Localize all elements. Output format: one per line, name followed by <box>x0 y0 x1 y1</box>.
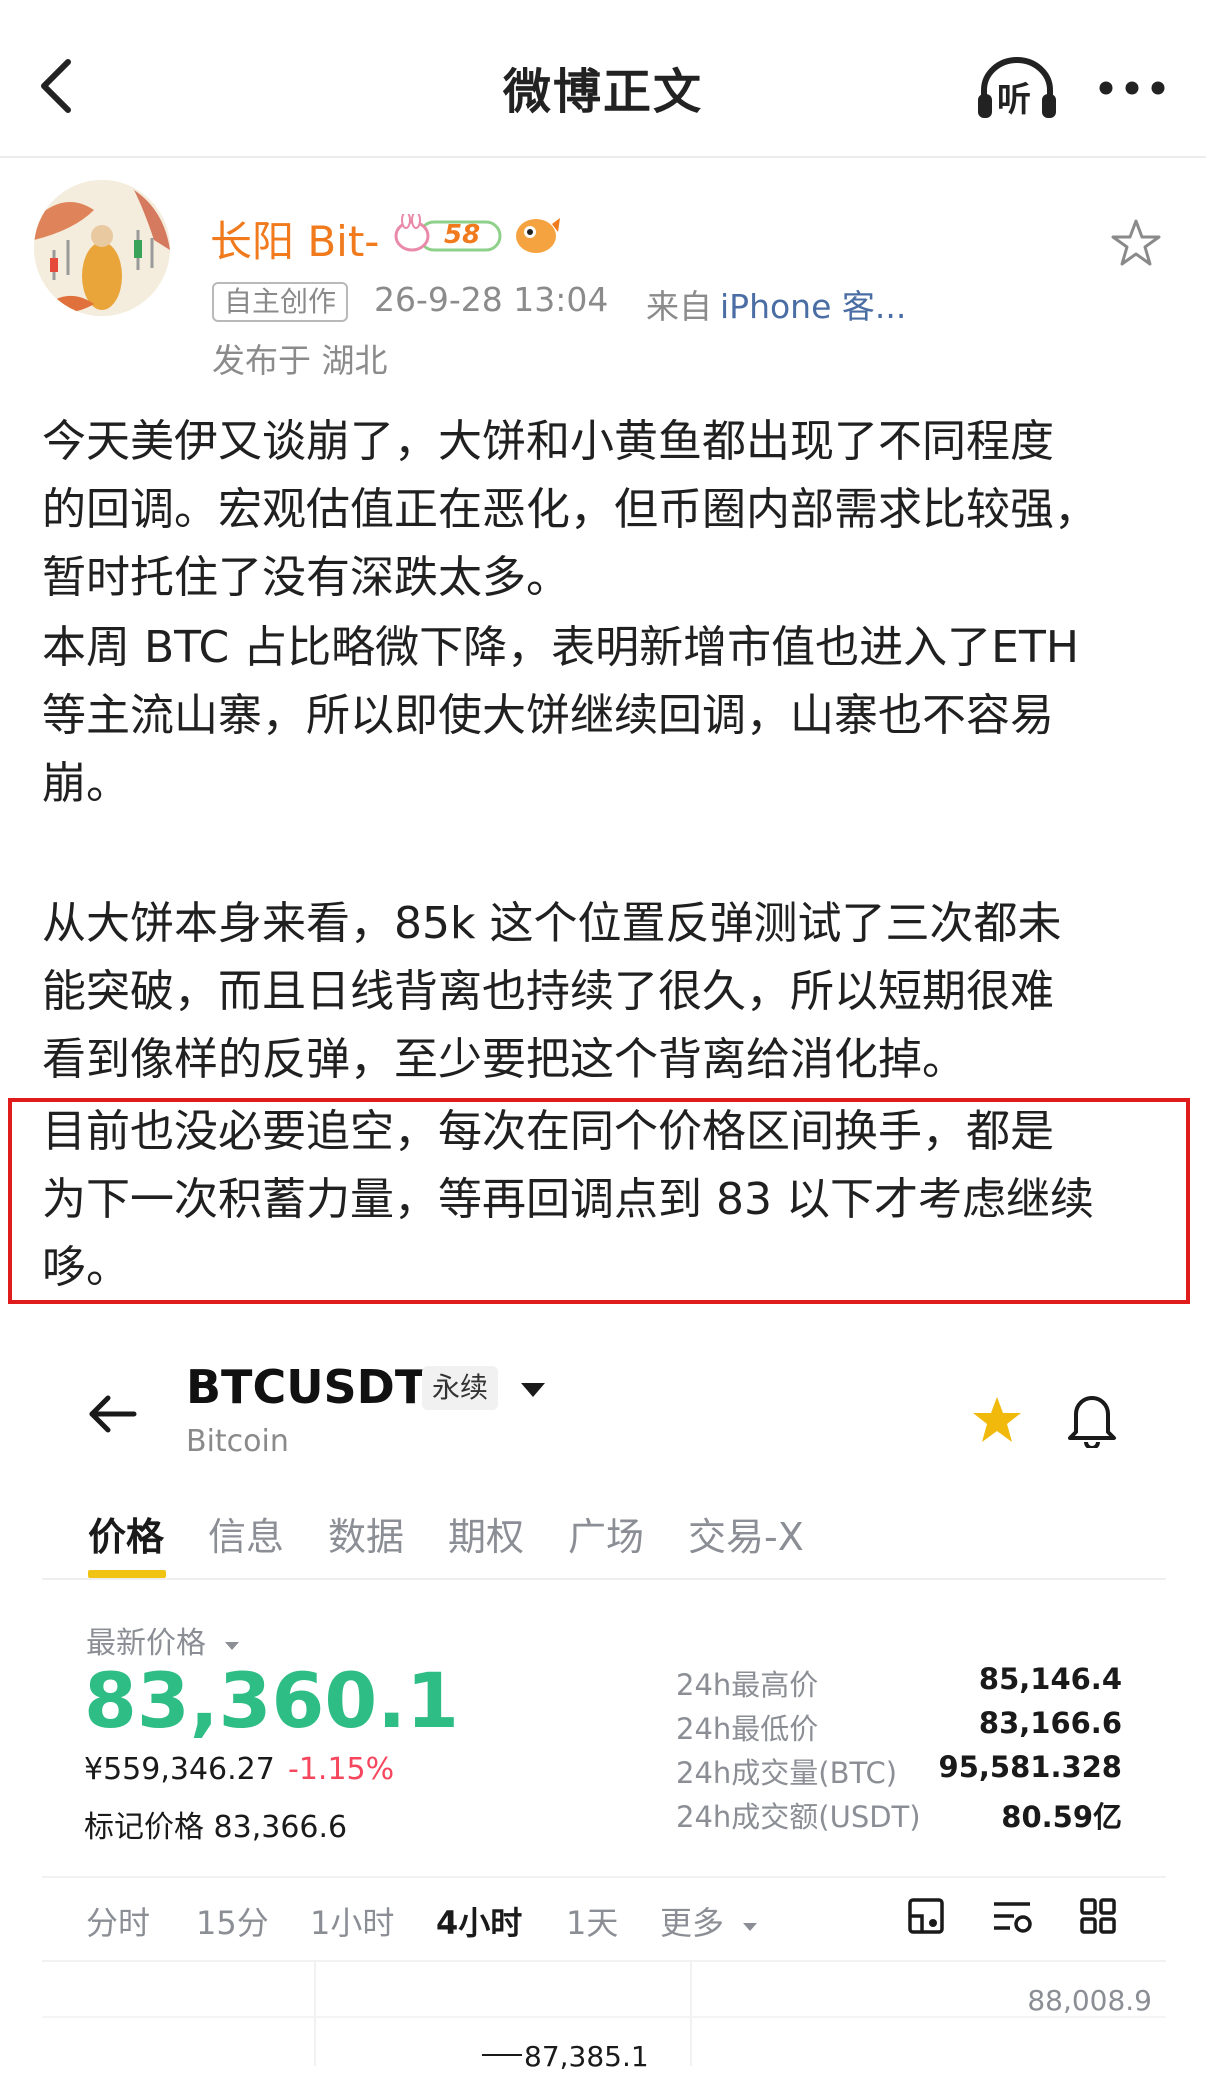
chart-settings-icon <box>908 1898 944 1934</box>
post-line: 等主流山寨，所以即使大饼继续回调，山寨也不容易 <box>42 690 1054 741</box>
stat-value: 95,581.328 <box>938 1750 1122 1784</box>
highlight-annotation-box <box>8 1098 1190 1304</box>
price-axis-label: 88,008.9 <box>1027 1984 1152 2017</box>
listen-button[interactable]: 听 <box>976 56 1058 120</box>
post-line: 能突破，而且日线背离也持续了很久，所以短期很难 <box>42 966 1054 1017</box>
listen-label: 听 <box>997 80 1031 120</box>
stat-label: 24h成交量(BTC) <box>676 1756 898 1790</box>
cny-price: ¥559,346.27 <box>84 1752 275 1787</box>
top-nav-bar: 微博正文 听 <box>0 0 1206 158</box>
chart-gridline <box>42 2016 1166 2018</box>
stat-label: 24h最高价 <box>676 1668 819 1702</box>
tab-options: 期权 <box>448 1515 525 1559</box>
post-line: 暂时托住了没有深跌太多。 <box>42 552 570 603</box>
indicator-icon <box>994 1902 1032 1933</box>
divider <box>42 1960 1166 1962</box>
last-price: 83,360.1 <box>84 1656 460 1745</box>
timeframe-option: 1小时 <box>310 1904 395 1942</box>
post-line: 的回调。宏观估值正在恶化，但币圈内部需求比较强， <box>42 484 1098 535</box>
tab-square: 广场 <box>568 1515 645 1559</box>
caret-down-icon <box>743 1923 758 1931</box>
stat-label: 24h最低价 <box>676 1712 819 1746</box>
timeframe-option: 15分 <box>196 1904 269 1942</box>
stat-value: 80.59亿 <box>1001 1800 1122 1834</box>
divider <box>42 1578 1166 1580</box>
divider <box>42 1876 1166 1878</box>
post-line: 本周 BTC 占比略微下降，表明新增市值也进入了ETH <box>42 622 1079 673</box>
grid-layout-icon <box>1080 1898 1116 1934</box>
tab-price: 价格 <box>88 1515 165 1559</box>
fish-badge-icon <box>516 218 560 253</box>
card-back-arrow-icon <box>89 1395 137 1433</box>
stat-value: 85,146.4 <box>978 1662 1122 1696</box>
dropdown-caret-icon <box>521 1383 545 1397</box>
from-label: 来自 <box>646 287 712 326</box>
mark-price: 标记价格 83,366.6 <box>84 1810 348 1845</box>
high-marker-line <box>482 2054 522 2056</box>
stat-value: 83,166.6 <box>978 1706 1122 1740</box>
level-number: 58 <box>444 220 481 250</box>
chart-gridline <box>314 1962 316 2066</box>
avatar-image <box>34 180 170 316</box>
tab-trade-x: 交易-X <box>688 1515 804 1559</box>
favorite-star-icon[interactable] <box>1110 218 1162 268</box>
post-line: 看到像样的反弹，至少要把这个背离给消化掉。 <box>42 1034 966 1085</box>
post-line: 崩。 <box>42 758 130 809</box>
level-badge: 58 <box>390 211 502 254</box>
tab-info: 信息 <box>208 1515 285 1559</box>
symbol-title: BTCUSDT <box>186 1360 427 1414</box>
timeframe-option-active: 4小时 <box>436 1904 523 1942</box>
timeframe-option: 分时 <box>86 1904 151 1942</box>
chart-gridline <box>690 1962 692 2066</box>
post-time: 26-9-28 13:04 <box>374 280 609 319</box>
watchlist-star-icon <box>973 1397 1021 1442</box>
contract-type-badge: 永续 <box>422 1366 499 1410</box>
timeframe-more: 更多 <box>660 1898 760 1944</box>
original-content-tag: 自主创作 <box>212 282 349 322</box>
asset-name: Bitcoin <box>186 1424 289 1459</box>
post-location: 发布于 湖北 <box>212 341 388 380</box>
more-icon[interactable] <box>1098 80 1166 96</box>
avatar[interactable] <box>34 180 170 316</box>
timeframe-option: 1天 <box>566 1904 619 1942</box>
tab-data: 数据 <box>328 1515 405 1559</box>
high-marker-label: 87,385.1 <box>524 2040 649 2073</box>
change-percent: -1.15% <box>288 1752 395 1787</box>
post-line: 今天美伊又谈崩了，大饼和小黄鱼都出现了不同程度 <box>42 416 1054 467</box>
timeframe-more-label: 更多 <box>660 1904 725 1942</box>
post-line: 从大饼本身来看，85k 这个位置反弹测试了三次都未 <box>42 898 1062 949</box>
stat-label: 24h成交额(USDT) <box>676 1800 921 1834</box>
bell-icon <box>1068 1396 1116 1448</box>
caret-down-icon <box>224 1642 239 1650</box>
device-link[interactable]: iPhone 客... <box>720 280 906 328</box>
author-name[interactable]: 长阳 Bit- <box>210 208 379 269</box>
active-tab-indicator <box>88 1570 166 1578</box>
